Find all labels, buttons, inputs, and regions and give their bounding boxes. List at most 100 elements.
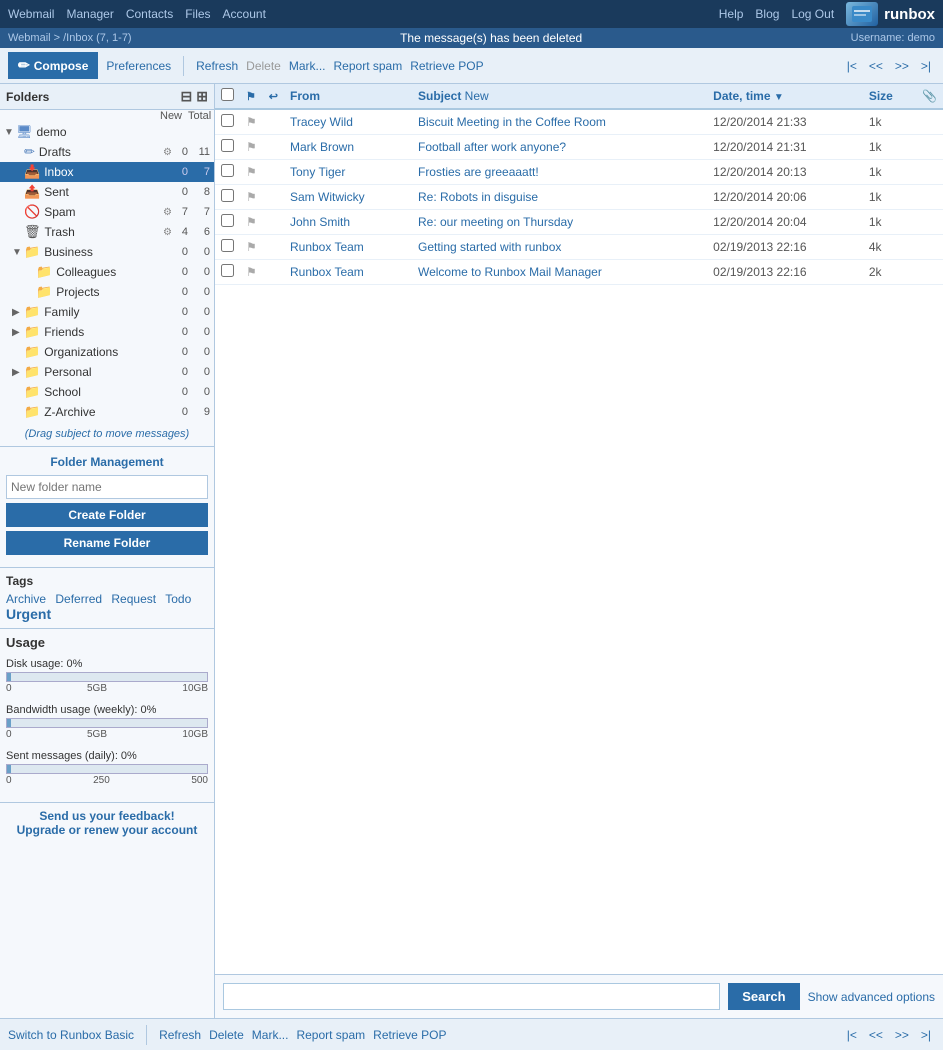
sender-4[interactable]: John Smith [290, 215, 350, 229]
bottom-first-page-button[interactable]: |< [843, 1026, 861, 1044]
mark-button[interactable]: Mark... [289, 59, 326, 73]
feedback-link[interactable]: Send us your feedback! [39, 809, 174, 823]
bottom-report-spam-button[interactable]: Report spam [296, 1028, 365, 1042]
sender-6[interactable]: Runbox Team [290, 265, 364, 279]
new-folder-name-input[interactable] [6, 475, 208, 499]
preferences-link[interactable]: Preferences [106, 59, 171, 73]
rename-folder-button[interactable]: Rename Folder [6, 531, 208, 555]
nav-files[interactable]: Files [185, 7, 210, 21]
nav-blog[interactable]: Blog [755, 7, 779, 21]
nav-contacts[interactable]: Contacts [126, 7, 173, 21]
row-checkbox-1[interactable] [221, 139, 234, 152]
tag-deferred[interactable]: Deferred [55, 592, 102, 606]
sender-3[interactable]: Sam Witwicky [290, 190, 365, 204]
collapse-folders-icon[interactable]: ⊟ [181, 88, 193, 105]
disk-usage-bar-container [6, 672, 208, 682]
row-flag-icon-4[interactable]: ⚑ [246, 215, 257, 229]
th-from[interactable]: From [284, 84, 412, 109]
expand-folders-icon[interactable]: ⊞ [196, 88, 208, 105]
folder-item-spam[interactable]: 🚫 Spam ⚙ 7 7 [0, 202, 214, 222]
create-folder-button[interactable]: Create Folder [6, 503, 208, 527]
report-spam-button[interactable]: Report spam [334, 59, 403, 73]
bottom-last-page-button[interactable]: >| [917, 1026, 935, 1044]
sender-5[interactable]: Runbox Team [290, 240, 364, 254]
folder-item-friends[interactable]: ▶ 📁 Friends 0 0 [0, 322, 214, 342]
subject-0[interactable]: Biscuit Meeting in the Coffee Room [418, 115, 606, 129]
row-flag-icon-5[interactable]: ⚑ [246, 240, 257, 254]
row-flag-icon-6[interactable]: ⚑ [246, 265, 257, 279]
folder-item-drafts[interactable]: ✏ Drafts ⚙ 0 11 [0, 142, 214, 162]
advanced-search-link[interactable]: Show advanced options [808, 990, 935, 1004]
nav-webmail[interactable]: Webmail [8, 7, 54, 21]
sender-2[interactable]: Tony Tiger [290, 165, 345, 179]
nav-manager[interactable]: Manager [66, 7, 113, 21]
folder-item-trash[interactable]: 🗑 Trash ⚙ 4 6 [0, 222, 214, 242]
folder-item-z-archive[interactable]: 📁 Z-Archive 0 9 [0, 402, 214, 422]
folder-item-personal[interactable]: ▶ 📁 Personal 0 0 [0, 362, 214, 382]
next-page-button[interactable]: >> [891, 57, 913, 75]
nav-logout[interactable]: Log Out [791, 7, 834, 21]
col-total-label: Total [188, 110, 208, 122]
folder-item-projects[interactable]: 📁 Projects 0 0 [0, 282, 214, 302]
th-date[interactable]: Date, time ▼ [707, 84, 863, 109]
bottom-mark-button[interactable]: Mark... [252, 1028, 289, 1042]
folder-gear-drafts[interactable]: ⚙ [163, 147, 172, 158]
search-button[interactable]: Search [728, 983, 799, 1010]
row-flag-icon-3[interactable]: ⚑ [246, 190, 257, 204]
th-checkbox[interactable] [215, 84, 240, 109]
friends-new: 0 [172, 326, 188, 338]
switch-basic-link[interactable]: Switch to Runbox Basic [8, 1028, 134, 1042]
row-checkbox-6[interactable] [221, 264, 234, 277]
subject-3[interactable]: Re: Robots in disguise [418, 190, 538, 204]
sender-1[interactable]: Mark Brown [290, 140, 354, 154]
subject-4[interactable]: Re: our meeting on Thursday [418, 215, 573, 229]
nav-help[interactable]: Help [719, 7, 744, 21]
th-size[interactable]: Size [863, 84, 916, 109]
row-flag-icon-1[interactable]: ⚑ [246, 140, 257, 154]
first-page-button[interactable]: |< [843, 57, 861, 75]
folder-item-sent[interactable]: 📤 Sent 0 8 [0, 182, 214, 202]
row-checkbox-2[interactable] [221, 164, 234, 177]
prev-page-button[interactable]: << [865, 57, 887, 75]
refresh-button[interactable]: Refresh [196, 59, 238, 73]
nav-account[interactable]: Account [223, 7, 266, 21]
folder-item-inbox[interactable]: 📥 Inbox 0 7 [0, 162, 214, 182]
tag-archive[interactable]: Archive [6, 592, 46, 606]
tag-request[interactable]: Request [111, 592, 156, 606]
bottom-prev-page-button[interactable]: << [865, 1026, 887, 1044]
subject-2[interactable]: Frosties are greeaaatt! [418, 165, 539, 179]
tag-todo[interactable]: Todo [165, 592, 191, 606]
row-checkbox-0[interactable] [221, 114, 234, 127]
sender-0[interactable]: Tracey Wild [290, 115, 353, 129]
delete-button[interactable]: Delete [246, 59, 281, 73]
select-all-checkbox[interactable] [221, 88, 234, 101]
folder-item-organizations[interactable]: 📁 Organizations 0 0 [0, 342, 214, 362]
bottom-refresh-button[interactable]: Refresh [159, 1028, 201, 1042]
row-checkbox-3[interactable] [221, 189, 234, 202]
bottom-delete-button[interactable]: Delete [209, 1028, 244, 1042]
compose-button[interactable]: ✏ Compose [8, 52, 98, 79]
folder-gear-trash[interactable]: ⚙ [163, 227, 172, 238]
subject-6[interactable]: Welcome to Runbox Mail Manager [418, 265, 602, 279]
row-checkbox-5[interactable] [221, 239, 234, 252]
subject-1[interactable]: Football after work anyone? [418, 140, 566, 154]
folder-item-colleagues[interactable]: 📁 Colleagues 0 0 [0, 262, 214, 282]
row-flag-icon-2[interactable]: ⚑ [246, 165, 257, 179]
trash-total: 6 [194, 226, 210, 238]
subject-5[interactable]: Getting started with runbox [418, 240, 561, 254]
folder-item-school[interactable]: 📁 School 0 0 [0, 382, 214, 402]
last-page-button[interactable]: >| [917, 57, 935, 75]
folder-item-family[interactable]: ▶ 📁 Family 0 0 [0, 302, 214, 322]
search-input[interactable] [223, 983, 720, 1010]
bottom-next-page-button[interactable]: >> [891, 1026, 913, 1044]
upgrade-link[interactable]: Upgrade or renew your account [17, 823, 198, 837]
tag-urgent[interactable]: Urgent [6, 606, 51, 622]
th-subject[interactable]: Subject New [412, 84, 707, 109]
folder-item-demo[interactable]: ▼ 🖥 demo [0, 122, 214, 142]
bottom-retrieve-pop-button[interactable]: Retrieve POP [373, 1028, 446, 1042]
row-checkbox-4[interactable] [221, 214, 234, 227]
retrieve-pop-button[interactable]: Retrieve POP [410, 59, 483, 73]
folder-item-business[interactable]: ▼ 📁 Business 0 0 [0, 242, 214, 262]
folder-gear-spam[interactable]: ⚙ [163, 207, 172, 218]
row-flag-icon-0[interactable]: ⚑ [246, 115, 257, 129]
